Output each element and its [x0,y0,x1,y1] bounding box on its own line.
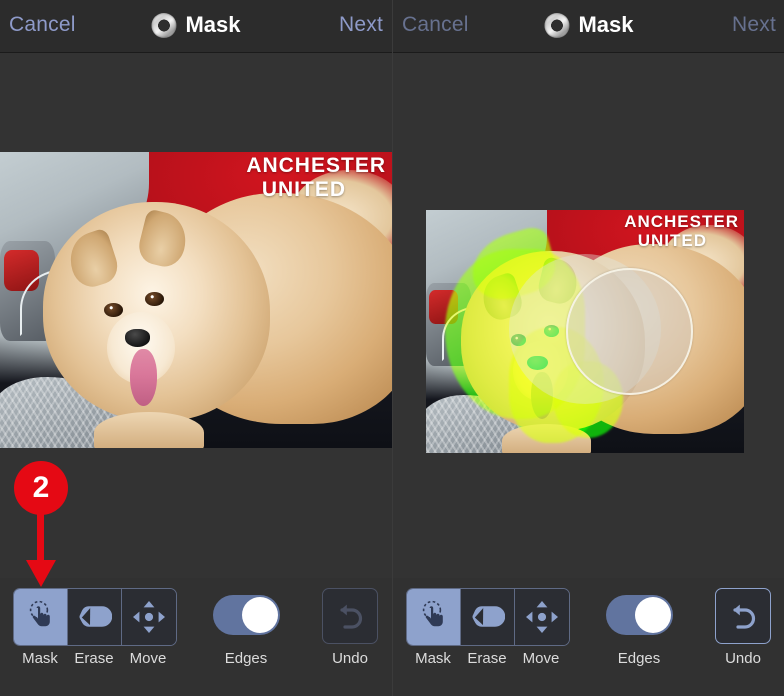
page-title: Mask [185,12,240,38]
edges-label: Edges [598,650,680,667]
dog-photo: ANCHESTER UNITED [426,210,744,453]
move-tool-label: Move [121,650,175,667]
undo-label: Undo [310,650,390,667]
next-button[interactable]: Next [339,13,383,37]
move-arrows-icon [525,600,559,634]
next-button[interactable]: Next [732,13,776,37]
mask-tool-button[interactable] [14,589,68,645]
photo-canvas-left[interactable]: ANCHESTER UNITED [0,152,392,448]
banner-text-line2: UNITED [262,178,346,202]
toolbar-left: Mask Erase Move Edges Undo [0,578,392,696]
mask-tool-label: Mask [13,650,67,667]
edges-toggle-knob [242,597,278,633]
eraser-icon [78,603,112,631]
undo-arrow-icon [726,600,760,632]
erase-tool-button[interactable] [461,589,515,645]
dog-photo: ANCHESTER UNITED [0,152,392,448]
undo-button[interactable] [715,588,771,644]
cancel-button[interactable]: Cancel [9,13,76,37]
mask-ring-icon [151,13,176,38]
erase-tool-button[interactable] [68,589,122,645]
hand-pointer-icon [25,600,57,634]
mask-tool-label: Mask [406,650,460,667]
panel-left: Cancel Mask Next [0,0,392,696]
header-bar-right: Cancel Mask Next [393,0,784,53]
eraser-icon [471,603,505,631]
toolbar-right: Mask Erase Move Edges Undo [393,578,784,696]
edges-label: Edges [205,650,287,667]
move-tool-label: Move [514,650,568,667]
edges-toggle[interactable] [213,595,280,635]
step-badge: 2 [14,461,68,515]
erase-tool-label: Erase [67,650,121,667]
tool-segment-group [406,588,570,646]
undo-label: Undo [703,650,783,667]
panel-right: Cancel Mask Next [392,0,784,696]
mask-ring-icon [544,13,569,38]
undo-button[interactable] [322,588,378,644]
page-title: Mask [578,12,633,38]
erase-tool-label: Erase [460,650,514,667]
move-tool-button[interactable] [122,589,176,645]
tool-segment-group [13,588,177,646]
move-tool-button[interactable] [515,589,569,645]
photo-canvas-right[interactable]: ANCHESTER UNITED [426,210,744,453]
header-bar-left: Cancel Mask Next [0,0,392,53]
header-title-group: Mask [544,12,633,38]
screenshot-root: Cancel Mask Next [0,0,784,696]
banner-text-line2: UNITED [638,231,707,251]
header-title-group: Mask [151,12,240,38]
edges-toggle[interactable] [606,595,673,635]
hand-pointer-icon [418,600,450,634]
mask-tool-button[interactable] [407,589,461,645]
move-arrows-icon [132,600,166,634]
edges-toggle-knob [635,597,671,633]
cancel-button[interactable]: Cancel [402,13,469,37]
banner-text-line1: ANCHESTER [624,212,739,232]
banner-text-line1: ANCHESTER [246,154,386,178]
arrow-stem [37,512,44,564]
undo-arrow-icon [333,600,367,632]
